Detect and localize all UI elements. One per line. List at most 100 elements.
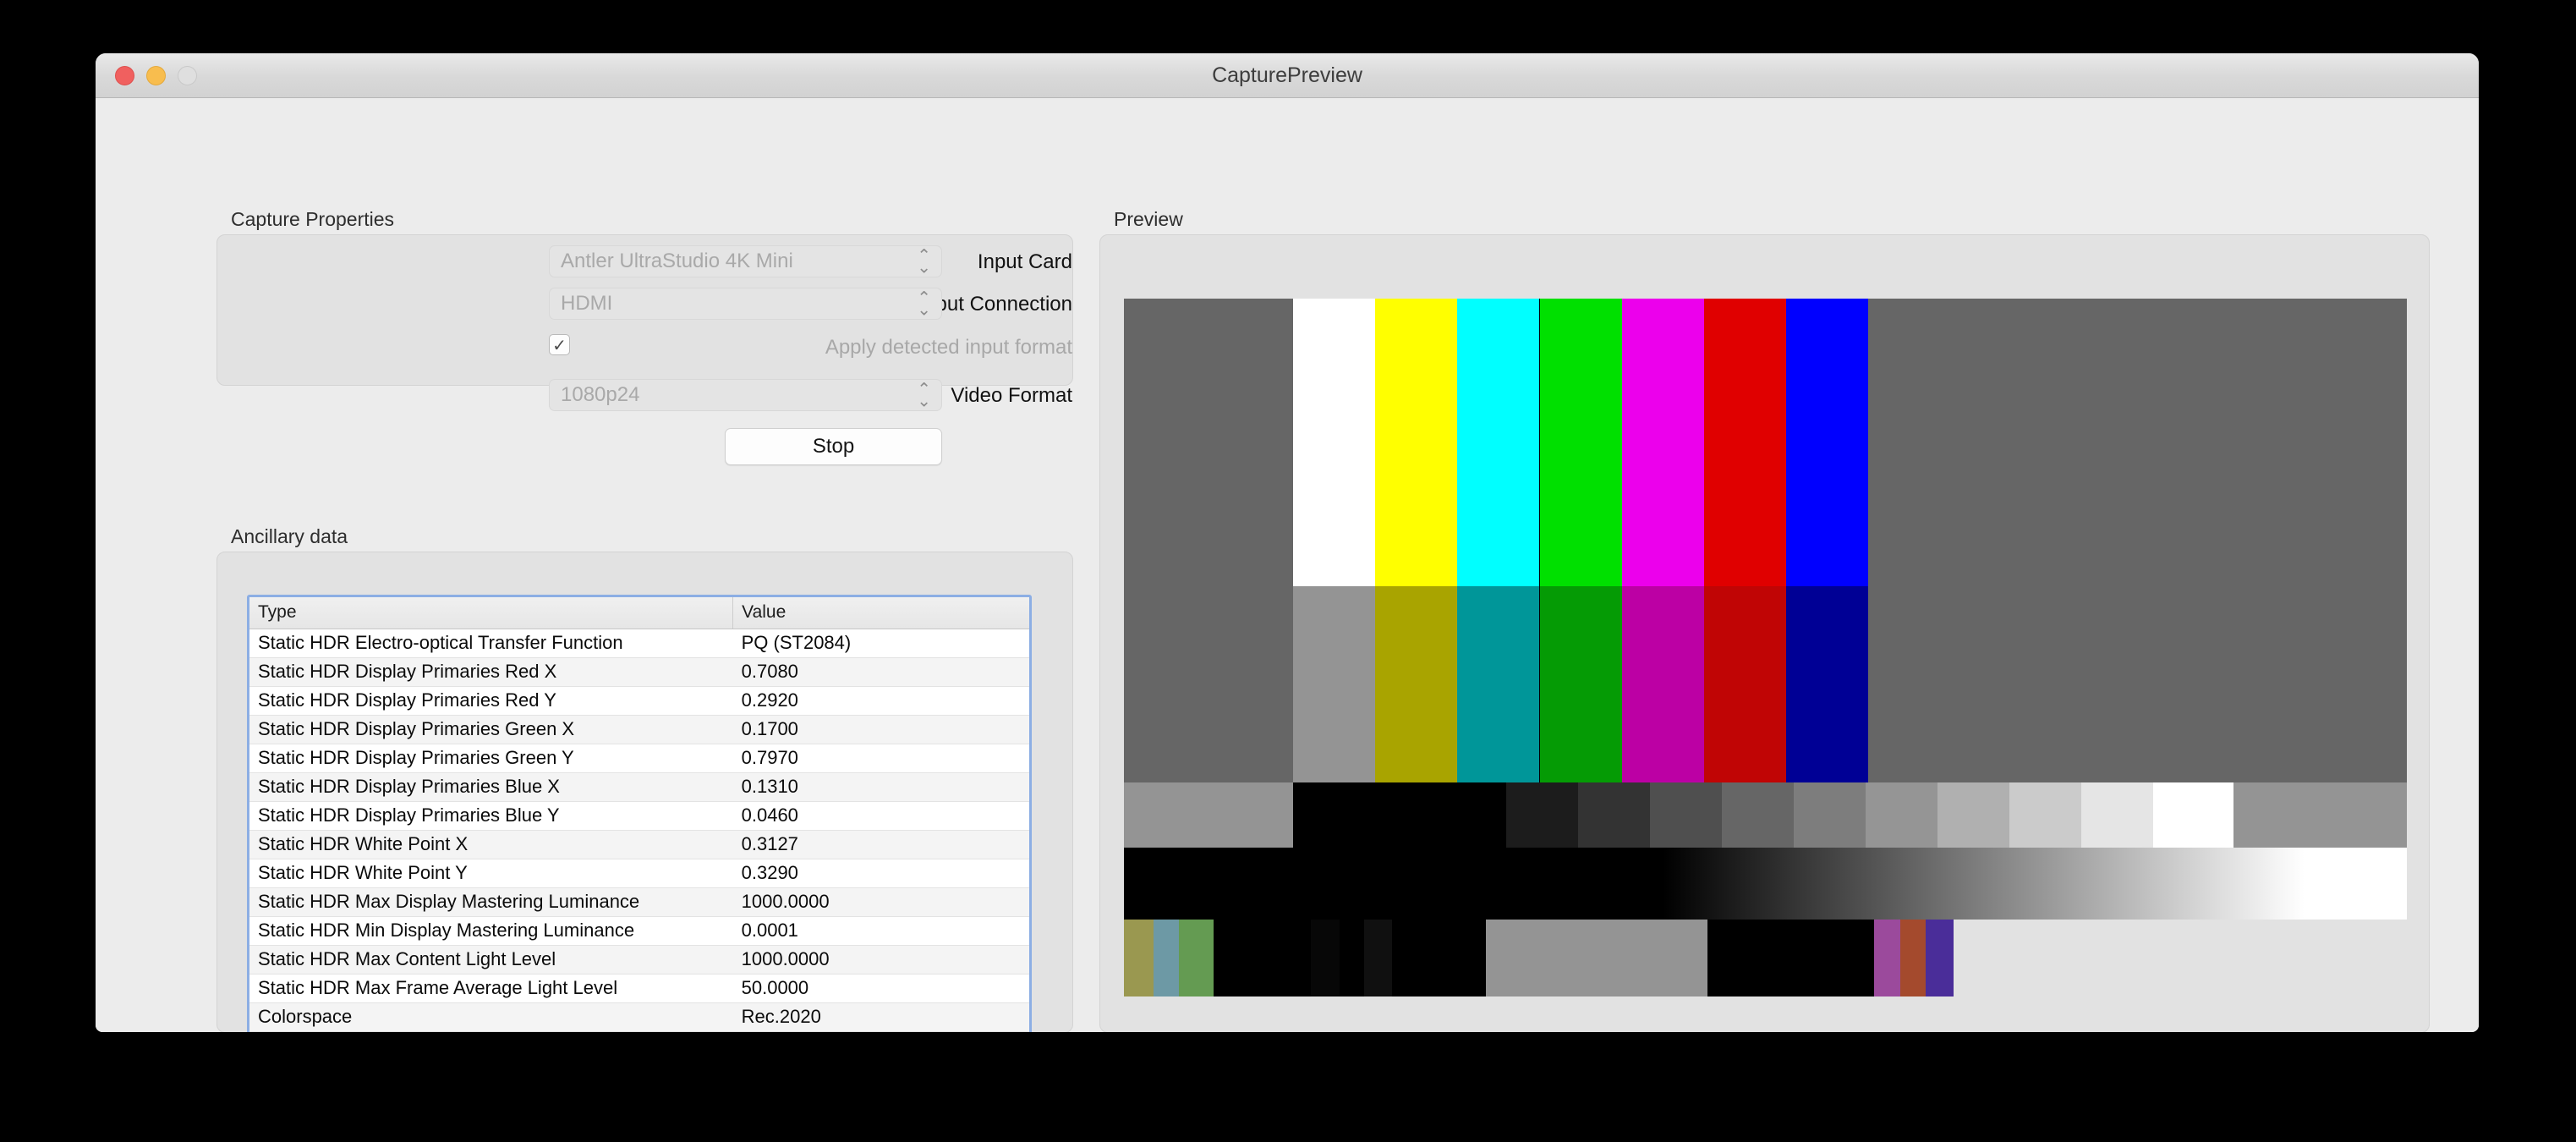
cell-value: 0.7080 [732, 657, 1029, 687]
input-connection-combobox[interactable]: HDMI ⌃ ⌄ [549, 288, 942, 320]
color-strip [1867, 299, 2407, 586]
table-row[interactable]: Colorspace Rec.2020 [249, 1002, 1029, 1032]
color-strip [1457, 586, 1540, 782]
color-strip [1621, 586, 1704, 782]
color-strip [1124, 299, 1294, 586]
color-strip [1311, 920, 1340, 997]
color-strip [1457, 299, 1540, 586]
color-strip [2009, 782, 2081, 848]
table-row[interactable]: Static HDR White Point Y 0.3290 [249, 859, 1029, 888]
table-row[interactable]: Static HDR Min Display Mastering Luminan… [249, 916, 1029, 946]
cell-value: 0.1310 [732, 772, 1029, 802]
table-row[interactable]: Static HDR Display Primaries Blue Y 0.046… [249, 801, 1029, 831]
cell-type: Static HDR Display Primaries Green Y [249, 744, 733, 773]
preview-legend: Preview [1114, 208, 1183, 230]
table-row[interactable]: Static HDR Electro-optical Transfer Func… [249, 629, 1029, 658]
color-strip [1153, 920, 1180, 997]
color-strip [1363, 920, 1393, 997]
stop-button[interactable]: Stop [725, 428, 942, 465]
color-strip [1293, 586, 1376, 782]
color-strip [1954, 920, 2407, 997]
table-row[interactable]: Static HDR Display Primaries Red Y 0.2920 [249, 686, 1029, 716]
ancillary-data-box: Type Value Static HDR Electro-optical Tr… [216, 552, 1073, 1032]
table-row[interactable]: Static HDR Max Frame Average Light Level… [249, 974, 1029, 1003]
cell-value: 1000.0000 [732, 945, 1029, 975]
window-title-bar: CapturePreview [96, 53, 2479, 98]
color-strip [1485, 920, 1708, 997]
color-strip [1707, 920, 1875, 997]
capture-properties-group: Capture Properties Input Card Antler Ult… [216, 208, 1073, 465]
color-strip [2152, 782, 2234, 848]
apply-detected-input-format-checkbox[interactable]: ✓ [549, 334, 570, 355]
chevron-updown-icon[interactable]: ⌃ ⌄ [917, 246, 931, 276]
color-strip [2080, 782, 2153, 848]
chevron-updown-icon[interactable]: ⌃ ⌄ [917, 288, 931, 318]
color-strip [1214, 920, 1312, 997]
cell-value: 0.1700 [732, 715, 1029, 744]
color-strip [1865, 782, 1937, 848]
color-strip [1506, 782, 1578, 848]
cell-value: Rec.2020 [732, 1002, 1029, 1032]
cell-value: 0.7970 [732, 744, 1029, 773]
preview-group: Preview [1099, 208, 2430, 1032]
color-strip [1375, 299, 1458, 586]
color-strip [1926, 920, 1954, 997]
grayscale-step-wedge [1124, 782, 2407, 848]
video-format-value: 1080p24 [561, 383, 640, 406]
table-row[interactable]: Static HDR Display Primaries Green Y 0.79… [249, 744, 1029, 773]
color-strip [1578, 782, 1650, 848]
table-row[interactable]: Static HDR Max Content Light Level 1000.0… [249, 945, 1029, 975]
color-strip [1721, 782, 1794, 848]
color-strip [2233, 782, 2407, 848]
preview-viewport [1124, 277, 2407, 1018]
color-strip [1339, 920, 1364, 997]
table-body: Static HDR Electro-optical Transfer Func… [249, 629, 1029, 1032]
pluge-and-color-patches [1124, 920, 2407, 997]
color-strip [1124, 586, 1294, 782]
cell-type: Colorspace [249, 1002, 733, 1032]
color-bars-row-primary [1124, 299, 2407, 586]
cell-type: Static HDR Display Primaries Red X [249, 657, 733, 687]
cell-value: PQ (ST2084) [732, 629, 1029, 658]
cell-type: Static HDR Max Display Mastering Luminan… [249, 887, 733, 917]
color-strip [1293, 782, 1507, 848]
input-card-combobox[interactable]: Antler UltraStudio 4K Mini ⌃ ⌄ [549, 245, 942, 277]
table-header: Type Value [249, 597, 1029, 629]
cell-type: Static HDR Display Primaries Blue X [249, 772, 733, 802]
color-strip [1899, 920, 1927, 997]
cell-type: Static HDR Max Content Light Level [249, 945, 733, 975]
color-strip [1539, 586, 1622, 782]
color-strip [1785, 586, 1868, 782]
cell-value: 50.0000 [732, 974, 1029, 1003]
cell-value: 0.0001 [732, 916, 1029, 946]
cell-value: 0.3290 [732, 859, 1029, 888]
video-format-combobox[interactable]: 1080p24 ⌃ ⌄ [549, 379, 942, 411]
video-preview-frame[interactable] [1124, 299, 2407, 997]
table-row[interactable]: Static HDR Display Primaries Red X 0.7080 [249, 657, 1029, 687]
color-strip [1392, 920, 1486, 997]
column-header-type[interactable]: Type [249, 597, 733, 629]
cell-type: Static HDR Min Display Mastering Luminan… [249, 916, 733, 946]
color-strip [1539, 299, 1622, 586]
table-row[interactable]: Static HDR Display Primaries Green X 0.17… [249, 715, 1029, 744]
window-title: CapturePreview [1212, 63, 1362, 87]
color-strip [1703, 299, 1786, 586]
table-row[interactable]: Static HDR Max Display Mastering Luminan… [249, 887, 1029, 917]
table-row[interactable]: Static HDR White Point X 0.3127 [249, 830, 1029, 859]
cell-type: Static HDR Display Primaries Blue Y [249, 801, 733, 831]
chevron-updown-icon[interactable]: ⌃ ⌄ [917, 380, 931, 409]
ancillary-data-legend: Ancillary data [231, 525, 348, 547]
application-window: CapturePreview Capture Properties Input … [96, 53, 2479, 1032]
cell-value: 0.0460 [732, 801, 1029, 831]
table-header-row: Type Value [249, 597, 1029, 629]
color-strip [1793, 782, 1866, 848]
column-header-value[interactable]: Value [732, 597, 1029, 629]
table-row[interactable]: Static HDR Display Primaries Blue X 0.131… [249, 772, 1029, 802]
cell-type: Static HDR Display Primaries Green X [249, 715, 733, 744]
ancillary-data-table-container[interactable]: Type Value Static HDR Electro-optical Tr… [247, 595, 1032, 1032]
window-content: Capture Properties Input Card Antler Ult… [96, 98, 2479, 1032]
color-strip [1621, 299, 1704, 586]
color-strip [1867, 586, 2407, 782]
color-strip [1649, 782, 1722, 848]
cell-value: 1000.0000 [732, 887, 1029, 917]
